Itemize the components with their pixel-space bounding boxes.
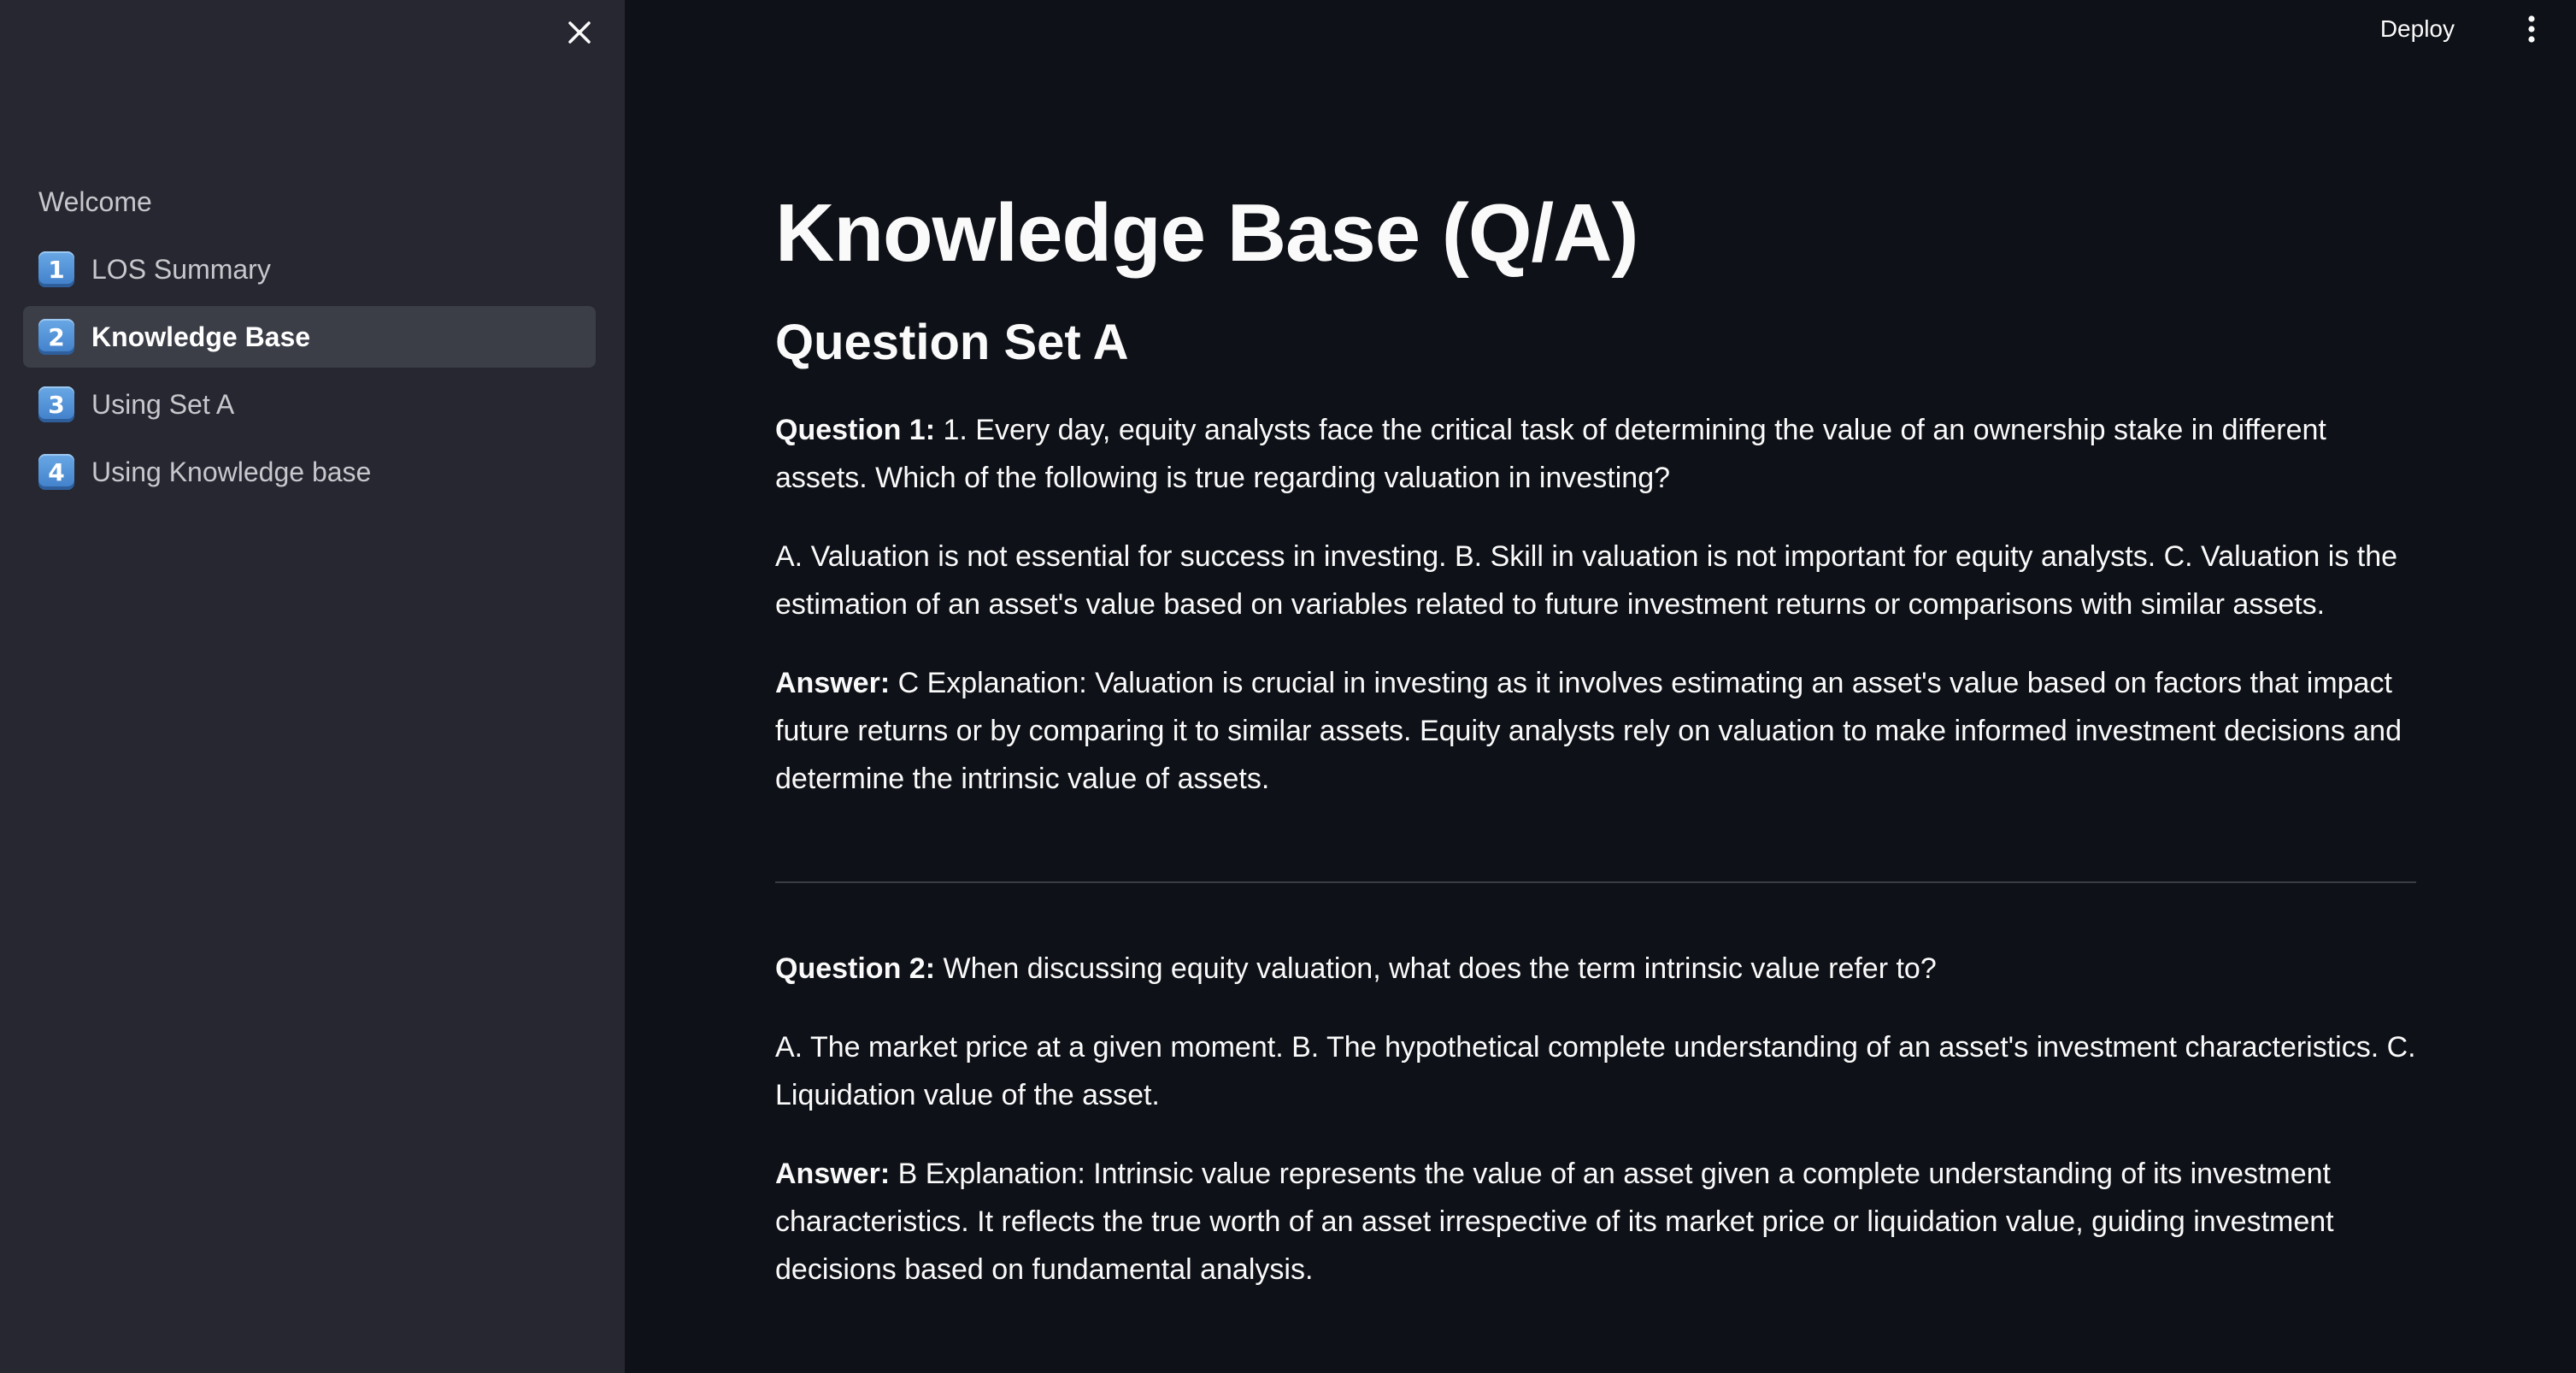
close-icon (568, 21, 591, 44)
page-title: Knowledge Base (Q/A) (775, 187, 1638, 279)
answer-label: Answer: (775, 667, 891, 700)
answer-text: B Explanation: Intrinsic value represent… (775, 1158, 2334, 1287)
sidebar-item-welcome[interactable]: Welcome (23, 171, 596, 233)
question-paragraph: Question 1: 1. Every day, equity analyst… (775, 406, 2416, 502)
sidebar: Welcome 1 LOS Summary 2 Knowledge Base 3… (0, 0, 625, 1373)
sidebar-item-label: Using Set A (91, 388, 235, 420)
options-text: A. Valuation is not essential for succes… (775, 540, 2398, 622)
answer-text: C Explanation: Valuation is crucial in i… (775, 667, 2402, 796)
keycap-number-icon: 3 (38, 386, 74, 422)
answer-label: Answer: (775, 1158, 891, 1191)
question-label: Question 2: (775, 952, 936, 986)
question-text: 1. Every day, equity analysts face the c… (775, 414, 2326, 495)
answer-paragraph: Answer: C Explanation: Valuation is cruc… (775, 659, 2416, 803)
close-sidebar-button[interactable] (561, 14, 598, 51)
sidebar-item-label: LOS Summary (91, 253, 271, 285)
main-content: Knowledge Base (Q/A) Question Set A Ques… (775, 188, 2416, 1293)
section-title: Question Set A (775, 314, 1129, 370)
sidebar-nav: Welcome 1 LOS Summary 2 Knowledge Base 3… (23, 171, 596, 503)
deploy-button[interactable]: Deploy (2368, 9, 2467, 50)
keycap-number-icon: 2 (38, 319, 74, 355)
answer-paragraph: Answer: B Explanation: Intrinsic value r… (775, 1150, 2416, 1293)
question-label: Question 1: (775, 414, 936, 447)
question-block: Question 2: When discussing equity valua… (775, 945, 2416, 1293)
top-bar: Deploy (625, 0, 2576, 60)
question-text: When discussing equity valuation, what d… (935, 952, 1937, 986)
sidebar-item-label: Welcome (38, 186, 152, 217)
sidebar-item-using-knowledge-base[interactable]: 4 Using Knowledge base (23, 441, 596, 503)
app-root: Welcome 1 LOS Summary 2 Knowledge Base 3… (0, 0, 2576, 1373)
question-block: Question 1: 1. Every day, equity analyst… (775, 406, 2416, 803)
keycap-number-icon: 1 (38, 251, 74, 287)
options-text: A. The market price at a given moment. B… (775, 1031, 2416, 1112)
sidebar-item-los-summary[interactable]: 1 LOS Summary (23, 239, 596, 300)
divider (775, 881, 2416, 884)
sidebar-item-using-set-a[interactable]: 3 Using Set A (23, 374, 596, 435)
more-vertical-icon (2528, 15, 2535, 43)
sidebar-item-knowledge-base[interactable]: 2 Knowledge Base (23, 306, 596, 368)
keycap-number-icon: 4 (38, 454, 74, 490)
question-paragraph: Question 2: When discussing equity valua… (775, 945, 2416, 993)
main-menu-button[interactable] (2511, 9, 2552, 50)
sidebar-item-label: Knowledge Base (91, 321, 311, 352)
sidebar-item-label: Using Knowledge base (91, 456, 372, 487)
